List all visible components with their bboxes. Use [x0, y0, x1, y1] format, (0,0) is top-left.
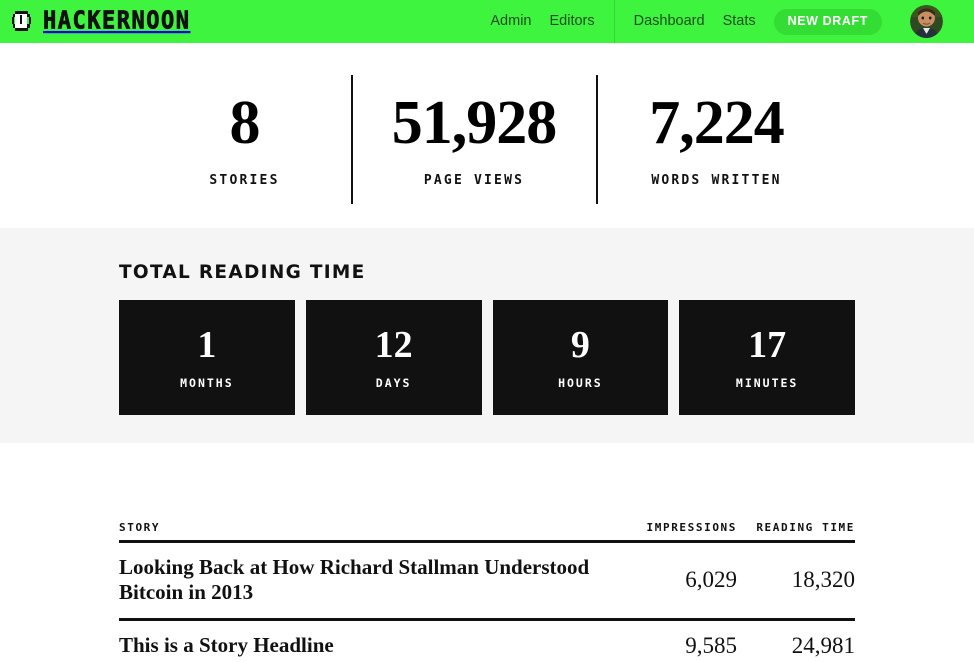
- story-title[interactable]: This is a Story Headline: [119, 619, 619, 662]
- reading-time-card-hours: 9 HOURS: [492, 300, 669, 415]
- column-header-impressions[interactable]: IMPRESSIONS: [619, 521, 737, 543]
- table-row[interactable]: This is a Story Headline 9,585 24,981: [119, 619, 855, 662]
- avatar[interactable]: [910, 5, 943, 38]
- reading-time-card-minutes: 17 MINUTES: [679, 300, 855, 415]
- stat-stories: 8 STORIES: [139, 89, 351, 188]
- stat-words-written-label: WORDS WRITTEN: [651, 172, 782, 188]
- story-impressions: 9,585: [619, 619, 737, 662]
- nav-group-user: Dashboard Stats NEW DRAFT: [613, 0, 962, 43]
- story-reading-time: 18,320: [737, 541, 855, 621]
- total-reading-time-heading: TOTAL READING TIME: [119, 262, 366, 283]
- new-draft-button[interactable]: NEW DRAFT: [773, 8, 882, 35]
- stat-page-views-label: PAGE VIEWS: [423, 172, 525, 188]
- stat-page-views-value: 51,928: [391, 89, 557, 158]
- nav-link-dashboard[interactable]: Dashboard: [634, 14, 705, 29]
- stories-table-head: STORY IMPRESSIONS READING TIME: [119, 521, 855, 543]
- total-reading-time-section: TOTAL READING TIME 1 MONTHS 12 DAYS 9 HO…: [0, 228, 974, 443]
- stat-words-written: 7,224 WORDS WRITTEN: [598, 89, 836, 188]
- stat-stories-value: 8: [229, 89, 261, 158]
- site-logo[interactable]: HACKERNOON: [10, 6, 191, 35]
- summary-stats-row: 8 STORIES 51,928 PAGE VIEWS 7,224 WORDS …: [0, 43, 974, 228]
- stat-page-views: 51,928 PAGE VIEWS: [353, 89, 596, 188]
- stat-words-written-value: 7,224: [649, 89, 784, 158]
- nav-link-admin[interactable]: Admin: [490, 14, 531, 29]
- nav-link-stats[interactable]: Stats: [723, 14, 756, 29]
- stat-stories-label: STORIES: [209, 172, 280, 188]
- hand-pixel-icon: [10, 9, 36, 35]
- stories-table-section: STORY IMPRESSIONS READING TIME Looking B…: [119, 443, 855, 662]
- header-nav: Admin Editors Dashboard Stats NEW DRAFT: [471, 0, 962, 43]
- column-header-story[interactable]: STORY: [119, 521, 619, 543]
- story-impressions: 6,029: [619, 541, 737, 621]
- reading-time-card-months: 1 MONTHS: [119, 300, 295, 415]
- hours-label: HOURS: [558, 375, 603, 390]
- stories-table-body: Looking Back at How Richard Stallman Und…: [119, 541, 855, 662]
- months-value: 1: [197, 323, 217, 366]
- minutes-value: 17: [748, 323, 787, 366]
- days-value: 12: [374, 323, 413, 366]
- table-row[interactable]: Looking Back at How Richard Stallman Und…: [119, 541, 855, 621]
- days-label: DAYS: [375, 375, 412, 390]
- hours-value: 9: [570, 323, 590, 366]
- stories-table: STORY IMPRESSIONS READING TIME Looking B…: [119, 521, 855, 662]
- top-navigation-bar: HACKERNOON Admin Editors Dashboard Stats…: [0, 0, 974, 43]
- story-reading-time: 24,981: [737, 619, 855, 662]
- table-header-row: STORY IMPRESSIONS READING TIME: [119, 521, 855, 543]
- nav-link-editors[interactable]: Editors: [549, 14, 594, 29]
- nav-group-admin: Admin Editors: [471, 0, 613, 43]
- column-header-reading-time[interactable]: READING TIME: [737, 521, 855, 543]
- logo-wordmark: HACKERNOON: [43, 6, 191, 35]
- reading-time-card-days: 12 DAYS: [305, 300, 482, 415]
- reading-time-cards: 1 MONTHS 12 DAYS 9 HOURS 17 MINUTES: [119, 300, 855, 415]
- months-label: MONTHS: [180, 375, 234, 390]
- minutes-label: MINUTES: [735, 375, 799, 390]
- story-title[interactable]: Looking Back at How Richard Stallman Und…: [119, 541, 619, 621]
